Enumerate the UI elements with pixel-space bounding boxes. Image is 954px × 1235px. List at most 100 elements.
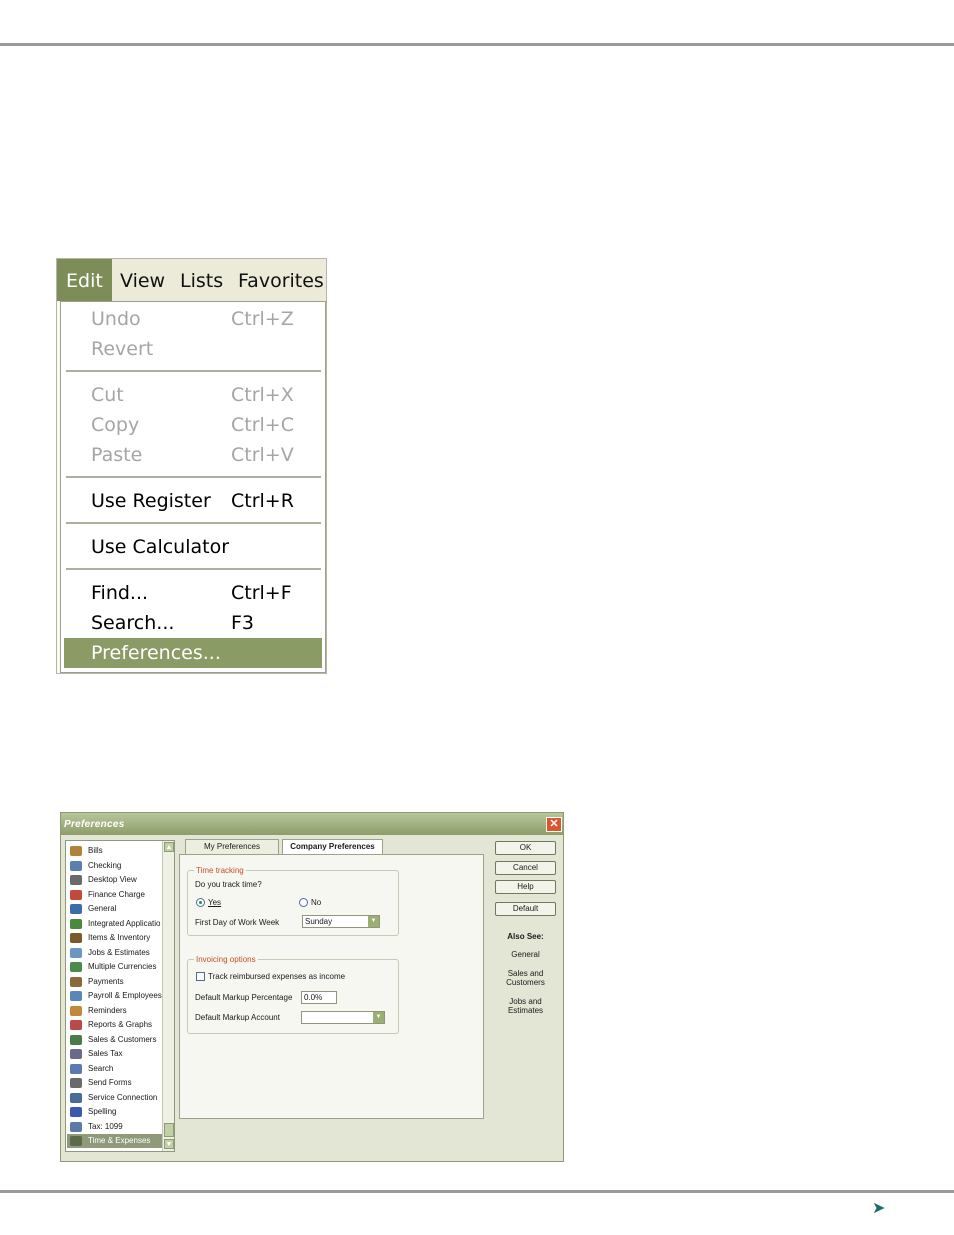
category-label: Checking xyxy=(88,860,122,870)
category-label: Jobs & Estimates xyxy=(88,947,150,957)
yes-radio-label[interactable]: Yes xyxy=(208,898,221,908)
scroll-up-icon[interactable]: ▲ xyxy=(164,842,174,852)
help-button[interactable]: Help xyxy=(495,880,556,894)
menu-view[interactable]: View xyxy=(120,259,165,301)
chevron-down-icon[interactable]: ▼ xyxy=(368,916,379,927)
track-reimbursed-label[interactable]: Track reimbursed expenses as income xyxy=(208,972,345,982)
sales-customers-icon xyxy=(70,1034,82,1045)
category-item[interactable]: Time & Expenses xyxy=(67,1134,163,1148)
menu-item-shortcut: Ctrl+X xyxy=(231,384,294,406)
menu-item-copy[interactable]: Copy Ctrl+C xyxy=(61,410,325,440)
menu-lists[interactable]: Lists xyxy=(180,259,223,301)
category-item[interactable]: Reports & Graphs xyxy=(67,1018,163,1032)
category-item[interactable]: Spelling xyxy=(67,1105,163,1119)
close-icon[interactable]: ✕ xyxy=(546,817,562,832)
markup-percentage-value: 0.0% xyxy=(304,993,323,1002)
chevron-down-icon[interactable]: ▼ xyxy=(373,1012,384,1023)
menu-separator xyxy=(66,476,321,478)
also-see-sales-customers-link[interactable]: Sales and Customers xyxy=(495,969,556,987)
menu-item-preferences[interactable]: Preferences... xyxy=(64,638,322,668)
category-label: Finance Charge xyxy=(88,889,145,899)
sales-tax-icon xyxy=(70,1049,82,1059)
also-see-jobs-estimates-link[interactable]: Jobs and Estimates xyxy=(495,997,556,1015)
category-item[interactable]: Service Connection xyxy=(67,1091,163,1105)
no-radio-label[interactable]: No xyxy=(311,898,321,908)
menu-edit[interactable]: Edit xyxy=(57,259,112,301)
dialog-title: Preferences xyxy=(64,819,125,830)
markup-account-select[interactable]: ▼ xyxy=(301,1011,385,1024)
group-title: Invoicing options xyxy=(194,954,258,965)
menu-item-paste[interactable]: Paste Ctrl+V xyxy=(61,440,325,470)
integrated-apps-icon xyxy=(70,918,82,929)
category-item[interactable]: Search xyxy=(67,1062,163,1076)
category-item[interactable]: Multiple Currencies xyxy=(67,960,163,974)
category-label: Payments xyxy=(88,976,124,986)
menu-item-undo[interactable]: Undo Ctrl+Z xyxy=(61,304,325,334)
menu-bar: Edit View Lists Favorites xyxy=(57,259,326,301)
category-label: Sales Tax xyxy=(88,1049,123,1058)
also-see-general-link[interactable]: General xyxy=(495,950,556,959)
category-list: Bills Checking Desktop View Finance Charge G… xyxy=(65,840,175,1152)
category-scrollbar[interactable]: ▲ ▼ xyxy=(162,841,174,1151)
category-item[interactable]: Tax: 1099 xyxy=(67,1120,163,1134)
track-reimbursed-checkbox[interactable] xyxy=(196,972,205,981)
next-page-arrow-icon[interactable]: ➤ xyxy=(872,1199,885,1217)
menu-item-label: Undo xyxy=(91,308,141,330)
tab-company-preferences[interactable]: Company Preferences xyxy=(282,839,383,855)
category-label: Bills xyxy=(88,846,103,855)
scroll-thumb[interactable] xyxy=(164,1123,174,1137)
markup-account-label: Default Markup Account xyxy=(195,1013,280,1022)
menu-favorites[interactable]: Favorites xyxy=(238,259,324,301)
menu-separator xyxy=(66,568,321,570)
menu-item-cut[interactable]: Cut Ctrl+X xyxy=(61,380,325,410)
category-label: Time & Expenses xyxy=(88,1136,151,1145)
category-item[interactable]: Checking xyxy=(67,859,163,873)
menu-item-shortcut: Ctrl+F xyxy=(231,582,292,604)
scroll-down-icon[interactable]: ▼ xyxy=(164,1139,174,1149)
category-item[interactable]: Sales Tax xyxy=(67,1047,163,1061)
category-item[interactable]: Reminders xyxy=(67,1004,163,1018)
tab-my-preferences[interactable]: My Preferences xyxy=(185,839,279,854)
no-radio[interactable] xyxy=(299,898,308,907)
menu-separator xyxy=(66,522,321,524)
category-item[interactable]: Jobs & Estimates xyxy=(67,946,163,960)
menu-item-revert[interactable]: Revert xyxy=(61,334,325,364)
menu-item-label: Use Register xyxy=(91,490,211,512)
ok-button[interactable]: OK xyxy=(495,841,556,855)
markup-percentage-input[interactable]: 0.0% xyxy=(301,991,337,1004)
menu-item-label: Paste xyxy=(91,444,143,466)
invoicing-options-group: Invoicing options Track reimbursed expen… xyxy=(187,954,399,1034)
menu-item-label: Search... xyxy=(91,612,175,634)
menu-item-find[interactable]: Find... Ctrl+F xyxy=(61,578,325,608)
category-item[interactable]: Bills xyxy=(67,844,163,858)
category-item[interactable]: Finance Charge xyxy=(67,888,163,902)
menu-item-search[interactable]: Search... F3 xyxy=(61,608,325,638)
multiple-currencies-icon xyxy=(70,962,82,972)
category-item[interactable]: Integrated Applicatio xyxy=(67,917,163,931)
first-day-select[interactable]: Sunday ▼ xyxy=(302,915,380,928)
category-label: Desktop View xyxy=(88,875,137,884)
category-item[interactable]: Desktop View xyxy=(67,873,163,887)
category-item[interactable]: Items & Inventory xyxy=(67,931,163,945)
category-item[interactable]: Sales & Customers xyxy=(67,1033,163,1047)
category-item[interactable]: General xyxy=(67,902,163,916)
payments-icon xyxy=(70,976,82,987)
menu-item-shortcut: F3 xyxy=(231,612,255,634)
category-item[interactable]: Payroll & Employees xyxy=(67,989,163,1003)
menu-item-label: Cut xyxy=(91,384,124,406)
menu-item-use-calculator[interactable]: Use Calculator xyxy=(61,532,325,562)
reports-graphs-icon xyxy=(70,1020,82,1030)
menu-item-label: Revert xyxy=(91,338,154,360)
service-connection-icon xyxy=(70,1092,82,1103)
menu-item-shortcut: Ctrl+V xyxy=(231,444,294,466)
category-item[interactable]: Payments xyxy=(67,975,163,989)
menu-item-shortcut: Ctrl+Z xyxy=(231,308,294,330)
edit-dropdown: Undo Ctrl+Z Revert Cut Ctrl+X Copy Ctrl+… xyxy=(60,301,326,673)
dialog-titlebar[interactable]: Preferences ✕ xyxy=(61,813,563,835)
cancel-button[interactable]: Cancel xyxy=(495,861,556,875)
category-label: Items & Inventory xyxy=(88,933,151,942)
menu-item-use-register[interactable]: Use Register Ctrl+R xyxy=(61,486,325,516)
category-item[interactable]: Send Forms xyxy=(67,1076,163,1090)
default-button[interactable]: Default xyxy=(495,902,556,916)
yes-radio[interactable] xyxy=(196,898,205,907)
